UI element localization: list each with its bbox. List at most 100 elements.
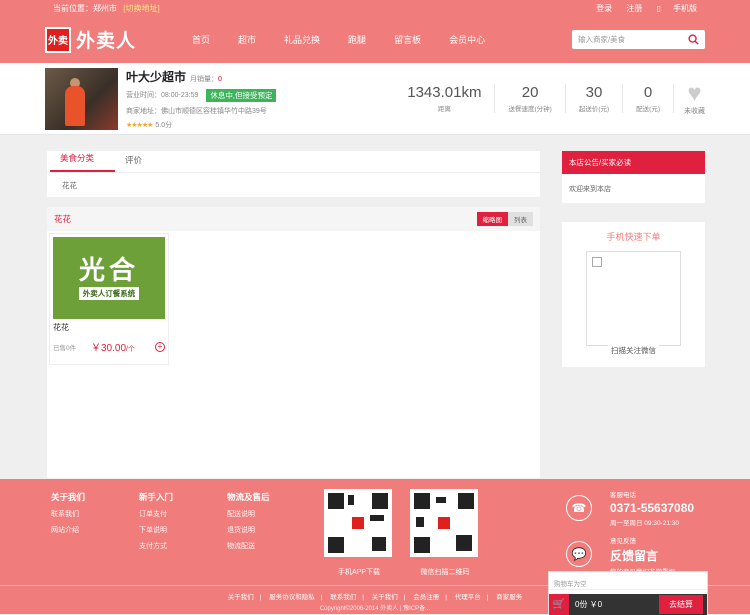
stat-delivery-fee-label: 配送(元) xyxy=(636,106,660,113)
phone-number: 0371-55637080 xyxy=(610,501,695,515)
product-card[interactable]: 光合 外卖人订餐系统 花花 已售0件 ￥30.00/个 + xyxy=(49,233,169,365)
stat-min-order-value: 30 xyxy=(585,84,603,101)
stat-min-order: 30 起送价(元) xyxy=(566,84,624,113)
product-price-unit: /个 xyxy=(126,346,135,353)
star-icon: ★★★★★ xyxy=(126,121,153,129)
bottom-link-5[interactable]: 会员注册 xyxy=(413,594,439,601)
view-list-button[interactable]: 列表 xyxy=(508,212,533,226)
product-meta: 已售0件 ￥30.00/个 + xyxy=(53,339,165,354)
qr-module-2 xyxy=(416,517,424,527)
qr-module-1 xyxy=(436,497,446,503)
shop-notice: 本店公告/买家必读 欢迎来到本店 xyxy=(562,151,705,203)
phone-hours: 周一至周日 09:30-21:30 xyxy=(610,520,680,527)
sidebar: 本店公告/买家必读 欢迎来到本店 手机快速下单 扫描关注微信 xyxy=(562,151,705,367)
stat-distance-value: 1343.01km xyxy=(407,84,482,101)
shop-details: 叶大少超市 月销量：0 营业时间：08:00-23:59 休息中,但接受预定 商家地… xyxy=(126,68,376,130)
main-content: 美食分类 评价 花花 花花 缩略图 列表 光合 外卖人订餐系统 花花 已售0件 … xyxy=(47,151,540,478)
hours-row: 营业时间：08:00-23:59 休息中,但接受预定 xyxy=(126,88,376,102)
footer-link-shipping[interactable]: 物流配送 xyxy=(227,541,315,551)
location-city: 郑州市 xyxy=(93,3,117,13)
favorite-label: 未收藏 xyxy=(684,107,705,115)
broken-image-icon xyxy=(592,257,602,267)
bottom-link-3[interactable]: 联系我们 xyxy=(330,594,356,601)
feedback-contact[interactable]: 💬 意见反馈 反馈留言 您的意见我们非常重视 xyxy=(566,535,694,576)
stat-distance-label: 距离 xyxy=(437,106,451,113)
rating-text: 5.0分 xyxy=(155,121,173,129)
view-grid-button[interactable]: 缩略图 xyxy=(476,212,508,226)
nav-gift[interactable]: 礼品兑换 xyxy=(284,33,320,46)
phone-label: 客服电话 xyxy=(610,492,636,499)
section-header: 花花 缩略图 列表 xyxy=(47,207,540,231)
section-title: 花花 xyxy=(54,214,72,224)
footer-qr-codes: 手机APP下载 微信扫描二维码 xyxy=(324,489,496,577)
mobile-order-panel: 手机快速下单 扫描关注微信 xyxy=(562,222,705,367)
footer-link-return[interactable]: 退货说明 xyxy=(227,525,315,535)
qr-module-3 xyxy=(372,537,386,551)
footer-link-delivery[interactable]: 配送说明 xyxy=(227,509,315,519)
mobile-link[interactable]: ▯ 手机版 xyxy=(657,4,697,13)
shop-address: 商家地址：佛山市顺德区容桂镇华竹中路39号 xyxy=(126,107,267,115)
qr-label: 扫描关注微信 xyxy=(608,345,659,356)
footer-columns: 关于我们 联系我们 网站介绍 新手入门 订单支付 下单说明 支付方式 物流及售后… xyxy=(51,491,315,551)
qr-finder-tl xyxy=(414,493,430,509)
qr-module-3 xyxy=(456,535,472,551)
switch-address-link[interactable]: [切换地址] xyxy=(123,4,159,13)
qr-finder-bl xyxy=(414,537,430,553)
add-to-cart-icon[interactable]: + xyxy=(155,341,165,352)
cart-icon[interactable]: 🛒 xyxy=(549,594,569,615)
cart-footer: 🛒 0份 ￥0 去结算 xyxy=(549,594,707,615)
nav-member[interactable]: 会员中心 xyxy=(449,33,485,46)
bottom-link-4[interactable]: 关于我们 xyxy=(372,594,398,601)
product-section: 花花 缩略图 列表 光合 外卖人订餐系统 花花 已售0件 ￥30.00/个 + xyxy=(47,207,540,478)
stat-min-order-label: 起送价(元) xyxy=(578,106,610,113)
shop-photo xyxy=(45,67,118,130)
nav-home[interactable]: 首页 xyxy=(192,33,210,46)
phone-contact: ☎ 客服电话 0371-55637080 周一至周日 09:30-21:30 xyxy=(566,489,694,527)
footer-link-order[interactable]: 下单说明 xyxy=(139,525,227,535)
footer-link-pay[interactable]: 订单支付 xyxy=(139,509,227,519)
shop-photo-person xyxy=(65,85,85,126)
search-placeholder: 输入商家/美食 xyxy=(578,35,626,44)
main-nav: 首页 超市 礼品兑换 跑腿 留言板 会员中心 xyxy=(192,33,513,46)
monthly-sales-value: 0 xyxy=(218,75,222,83)
bottom-link-1[interactable]: 关于我们 xyxy=(228,594,254,601)
notice-body: 欢迎来到本店 xyxy=(569,186,611,193)
nav-errand[interactable]: 跑腿 xyxy=(348,33,366,46)
bottom-link-2[interactable]: 服务协议和隐私 xyxy=(269,594,315,601)
tab-reviews[interactable]: 评价 xyxy=(115,154,215,172)
qr-finder-tl xyxy=(328,493,344,509)
cart-summary: 0份 ￥0 xyxy=(575,600,603,609)
chat-icon: 💬 xyxy=(566,541,592,567)
footer-contact: ☎ 客服电话 0371-55637080 周一至周日 09:30-21:30 💬… xyxy=(566,489,694,584)
register-link[interactable]: 注册 xyxy=(626,4,642,13)
footer-link-contact[interactable]: 联系我们 xyxy=(51,509,139,519)
nav-market[interactable]: 超市 xyxy=(238,33,256,46)
bottom-link-7[interactable]: 商家服务 xyxy=(496,594,522,601)
qr-center-logo xyxy=(350,515,366,531)
logo[interactable]: 外卖 外卖人 xyxy=(45,26,175,53)
header: 外卖 外卖人 首页 超市 礼品兑换 跑腿 留言板 会员中心 输入商家/美食 xyxy=(0,16,750,63)
tab-categories[interactable]: 美食分类 xyxy=(50,152,115,172)
mobile-order-title: 手机快速下单 xyxy=(606,232,661,242)
qr-code-icon xyxy=(410,489,478,557)
bottom-link-6[interactable]: 代理平台 xyxy=(455,594,481,601)
feedback-title: 反馈留言 xyxy=(610,549,659,563)
notice-title: 本店公告/买家必读 xyxy=(562,151,705,174)
nav-board[interactable]: 留言板 xyxy=(394,33,421,46)
checkout-button[interactable]: 去结算 xyxy=(659,595,703,614)
app-download-label[interactable]: 手机APP下载 xyxy=(324,567,394,577)
category-chip[interactable]: 花花 xyxy=(62,181,77,190)
footer-link-intro[interactable]: 网站介绍 xyxy=(51,525,139,535)
wechat-scan-qr: 微信扫描二维码 xyxy=(410,489,480,577)
wechat-scan-label: 微信扫描二维码 xyxy=(420,569,470,576)
view-toggle: 缩略图 列表 xyxy=(476,212,533,226)
search-icon[interactable] xyxy=(688,34,699,45)
qr-center-logo xyxy=(436,515,452,531)
footer-link-paymethod[interactable]: 支付方式 xyxy=(139,541,227,551)
favorite-button[interactable]: ♥ 未收藏 xyxy=(674,81,705,116)
product-image[interactable]: 光合 外卖人订餐系统 xyxy=(53,237,165,319)
shopping-cart: 购物车为空 🛒 0份 ￥0 去结算 xyxy=(548,571,708,615)
search-input[interactable]: 输入商家/美食 xyxy=(572,30,705,49)
qr-finder-tr xyxy=(458,493,474,509)
login-link[interactable]: 登录 xyxy=(596,4,612,13)
